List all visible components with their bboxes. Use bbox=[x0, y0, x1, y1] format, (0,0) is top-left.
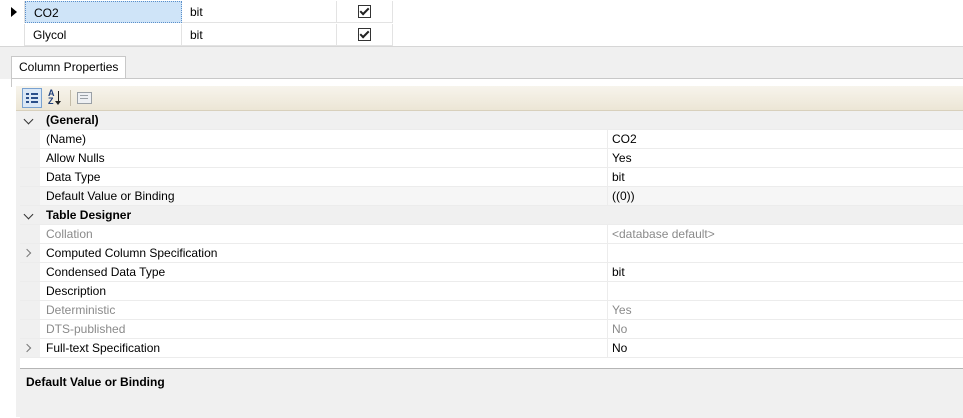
row-gutter bbox=[20, 130, 40, 148]
tab-strip: Column Properties bbox=[0, 47, 963, 79]
row-gutter bbox=[20, 187, 40, 205]
row-gutter bbox=[20, 244, 40, 262]
property-row-condensed-type[interactable]: Condensed Data Type bit bbox=[20, 263, 963, 282]
expand-chevron-icon[interactable] bbox=[22, 343, 32, 353]
property-value[interactable]: Yes bbox=[607, 149, 632, 167]
property-label: Full-text Specification bbox=[46, 341, 161, 355]
property-row-deterministic[interactable]: Deterministic Yes bbox=[20, 301, 963, 320]
category-general[interactable]: (General) bbox=[20, 111, 963, 130]
property-row-name[interactable]: (Name) CO2 bbox=[20, 130, 963, 149]
categorized-button[interactable] bbox=[22, 88, 42, 108]
allow-nulls-cell[interactable] bbox=[337, 24, 393, 46]
property-row-allow-nulls[interactable]: Allow Nulls Yes bbox=[20, 149, 963, 168]
property-value[interactable]: bit bbox=[607, 263, 625, 281]
property-toolbar: AZ bbox=[16, 86, 963, 111]
description-title: Default Value or Binding bbox=[26, 375, 165, 389]
column-name-cell[interactable]: Glycol bbox=[25, 24, 182, 46]
allow-nulls-checkbox[interactable] bbox=[358, 5, 371, 19]
row-gutter bbox=[20, 225, 40, 243]
table-row[interactable]: CO2 bit bbox=[0, 1, 393, 23]
table-row[interactable]: Glycol bit bbox=[0, 24, 393, 46]
property-value[interactable]: No bbox=[607, 339, 627, 357]
collapse-chevron-icon[interactable] bbox=[23, 114, 34, 125]
property-label: DTS-published bbox=[46, 322, 126, 336]
row-gutter bbox=[20, 282, 40, 300]
property-grid: (General) (Name) CO2 Allow Nulls Yes Dat… bbox=[20, 111, 963, 367]
property-label: Collation bbox=[46, 227, 93, 241]
description-panel: Default Value or Binding bbox=[20, 368, 963, 418]
category-label: Table Designer bbox=[46, 208, 132, 222]
tab-column-properties[interactable]: Column Properties bbox=[11, 56, 127, 79]
property-value: <database default> bbox=[607, 225, 715, 243]
property-value[interactable] bbox=[607, 282, 612, 300]
property-label: Allow Nulls bbox=[46, 151, 105, 165]
row-gutter bbox=[20, 149, 40, 167]
property-label: (Name) bbox=[46, 132, 87, 146]
property-pages-icon bbox=[77, 92, 92, 104]
current-row-arrow-icon bbox=[11, 7, 17, 17]
row-gutter bbox=[20, 339, 40, 357]
expand-chevron-icon[interactable] bbox=[22, 248, 32, 258]
category-table-designer[interactable]: Table Designer bbox=[20, 206, 963, 225]
data-type-cell[interactable]: bit bbox=[182, 1, 337, 23]
column-name-cell[interactable]: CO2 bbox=[25, 1, 182, 23]
allow-nulls-checkbox[interactable] bbox=[358, 28, 371, 42]
property-value: Yes bbox=[607, 301, 632, 319]
category-label: (General) bbox=[46, 113, 99, 127]
alphabetical-sort-icon: AZ bbox=[48, 89, 61, 106]
property-row-data-type[interactable]: Data Type bit bbox=[20, 168, 963, 187]
property-row-computed-column[interactable]: Computed Column Specification bbox=[20, 244, 963, 263]
alphabetical-button[interactable]: AZ bbox=[46, 88, 66, 108]
row-gutter bbox=[20, 320, 40, 338]
collapse-chevron-icon[interactable] bbox=[23, 209, 34, 220]
categorized-icon bbox=[26, 92, 38, 104]
property-value: No bbox=[607, 320, 627, 338]
toolbar-separator bbox=[70, 90, 71, 106]
property-value[interactable] bbox=[607, 244, 612, 262]
property-label: Computed Column Specification bbox=[46, 246, 218, 260]
property-label: Data Type bbox=[46, 170, 101, 184]
property-label: Default Value or Binding bbox=[46, 189, 175, 203]
property-row-default-value[interactable]: Default Value or Binding ((0)) bbox=[20, 187, 963, 206]
row-gutter bbox=[20, 301, 40, 319]
property-row-description[interactable]: Description bbox=[20, 282, 963, 301]
property-label: Condensed Data Type bbox=[46, 265, 166, 279]
property-value[interactable]: bit bbox=[607, 168, 625, 186]
row-selector[interactable] bbox=[0, 1, 25, 23]
property-value[interactable]: ((0)) bbox=[607, 187, 635, 205]
property-value[interactable]: CO2 bbox=[607, 130, 637, 148]
property-row-fulltext[interactable]: Full-text Specification No bbox=[20, 339, 963, 358]
data-type-cell[interactable]: bit bbox=[182, 24, 337, 46]
property-label: Description bbox=[46, 284, 107, 298]
row-selector[interactable] bbox=[0, 24, 25, 46]
property-row-dts-published[interactable]: DTS-published No bbox=[20, 320, 963, 339]
property-pages-button[interactable] bbox=[74, 88, 94, 108]
property-row-collation[interactable]: Collation <database default> bbox=[20, 225, 963, 244]
row-gutter bbox=[20, 168, 40, 186]
property-label: Deterministic bbox=[46, 303, 116, 317]
allow-nulls-cell[interactable] bbox=[337, 1, 393, 23]
row-gutter bbox=[20, 263, 40, 281]
columns-grid: CO2 bit Glycol bit bbox=[0, 0, 963, 47]
